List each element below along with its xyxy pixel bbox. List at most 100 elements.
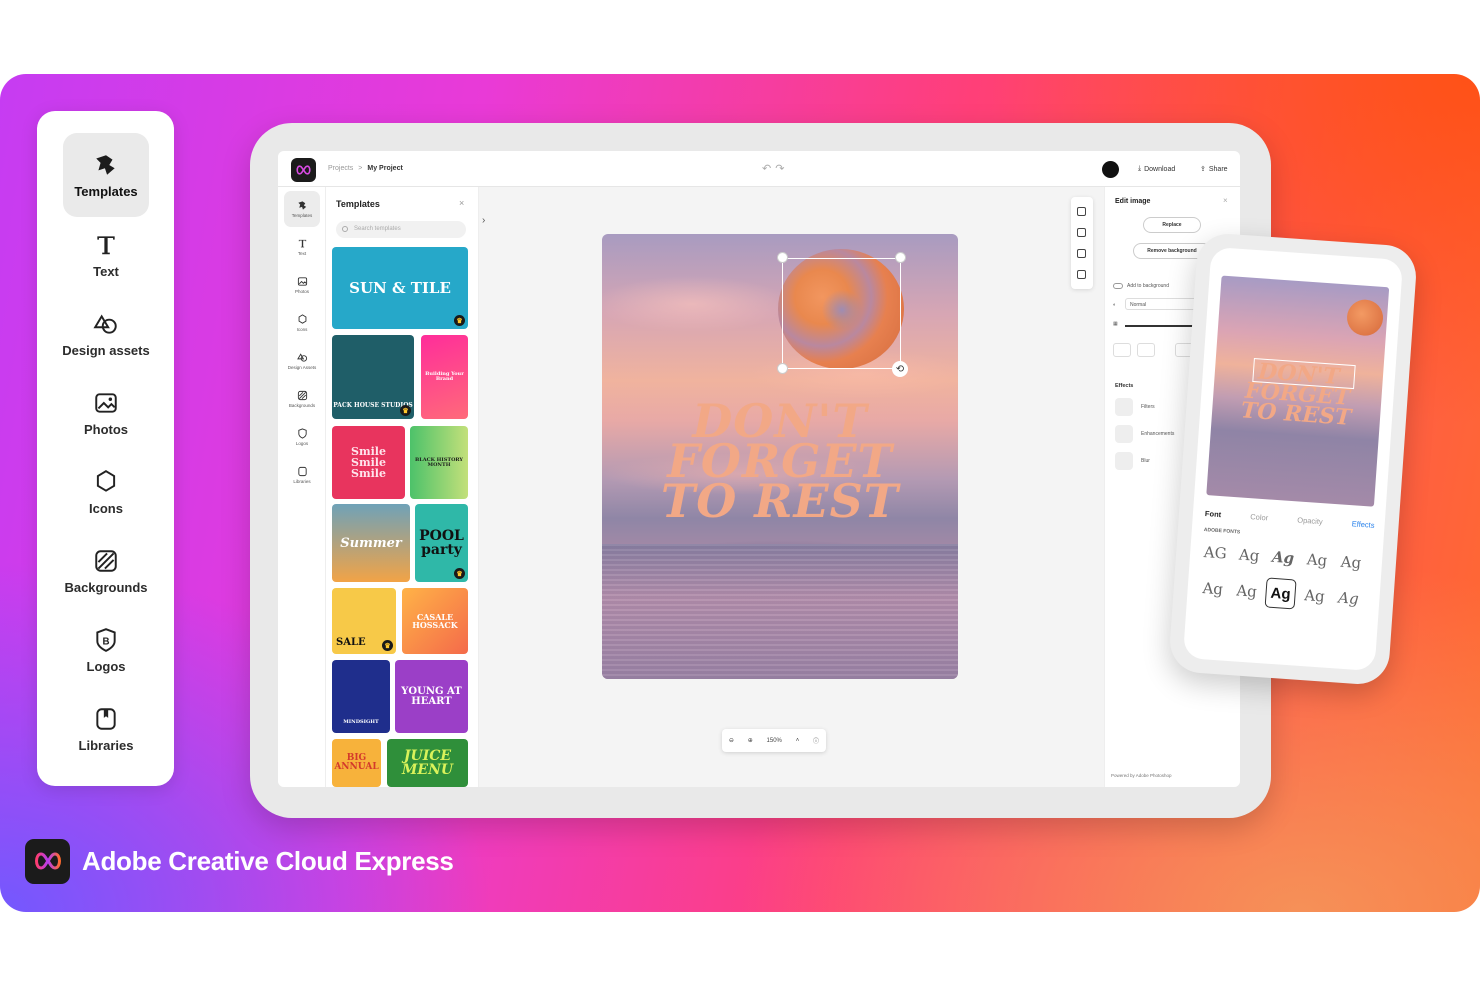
image-icon[interactable] [1077,207,1086,216]
menu-item-logos[interactable]: B Logos [63,608,149,692]
template-thumb[interactable]: Summer [332,504,410,582]
design-canvas[interactable]: ⟲ DON'T FORGET TO REST [602,234,958,679]
template-text: SALE [336,637,366,648]
menu-item-photos[interactable]: Photos [63,371,149,455]
font-option[interactable]: Ag [1335,546,1367,578]
photos-icon [297,277,307,286]
libraries-icon [297,466,307,477]
phone-poster[interactable]: DON'T FORGET TO REST [1206,275,1390,507]
template-thumb[interactable]: CASALE HOSSACK [402,588,468,654]
templates-panel: Templates × Search templates SUN & TILE ♛… [326,187,479,787]
toggle-switch[interactable] [1113,283,1123,289]
photos-icon [95,392,117,413]
menu-item-libraries[interactable]: Libraries [63,687,149,771]
resize-handle[interactable] [895,252,906,263]
zoom-in-icon[interactable]: ⊕ [748,737,753,744]
rail-item-icons[interactable]: Icons [284,305,320,341]
selection-box[interactable] [782,258,901,369]
replace-button[interactable]: Replace [1143,217,1201,233]
filters-icon[interactable] [1115,398,1133,416]
filters-label[interactable]: Filters [1141,404,1155,410]
zoom-level[interactable]: 150% [767,738,782,744]
avatar[interactable] [1102,161,1119,178]
font-option[interactable]: Ag [1231,575,1263,607]
font-option[interactable]: Ag [1267,542,1299,574]
rail-item-templates[interactable]: Templates [284,191,320,227]
font-option[interactable]: Ag [1197,573,1229,605]
zoom-out-icon[interactable]: ⊖ [729,737,734,744]
font-option[interactable]: Ag [1301,544,1333,576]
blur-icon[interactable] [1115,452,1133,470]
redo-icon[interactable]: ↷ [775,163,788,175]
editor-rail: Templates Text Photos Icons Design Asset… [278,187,326,787]
menu-item-text[interactable]: Text [63,213,149,297]
rail-item-libraries[interactable]: Libraries [284,457,320,493]
rail-item-design-assets[interactable]: Design Assets [284,343,320,379]
template-thumb[interactable]: PACK HOUSE STUDIOS ♛ [332,335,414,419]
premium-crown-icon: ♛ [454,568,465,579]
tab-color[interactable]: Color [1250,512,1269,522]
template-thumb[interactable]: SALE ♛ [332,588,396,654]
app-logo-icon[interactable] [291,158,316,182]
templates-icon [96,154,115,175]
tab-opacity[interactable]: Opacity [1297,515,1323,526]
template-thumb[interactable]: Building Your Brand [421,335,468,419]
chevron-right-icon[interactable]: › [482,215,485,226]
undo-icon[interactable]: ↶ [762,163,775,175]
breadcrumb-current[interactable]: My Project [367,165,402,172]
delete-icon[interactable] [1077,270,1086,279]
creative-cloud-logo-icon [25,838,70,884]
templates-icon [297,201,306,210]
download-button[interactable]: ⤓ Download [1138,165,1175,173]
breadcrumb-projects[interactable]: Projects [328,165,353,172]
flip-horizontal-icon[interactable] [1113,343,1131,357]
close-icon[interactable]: × [1223,196,1228,205]
search-input[interactable]: Search templates [336,221,466,238]
tab-font[interactable]: Font [1205,509,1222,519]
rail-item-logos[interactable]: Logos [284,419,320,455]
template-thumb[interactable]: BLACK HISTORY MONTH [410,426,468,499]
font-option[interactable]: Ag [1233,539,1265,571]
grid-icon[interactable] [1077,249,1086,258]
rotate-icon[interactable]: ⟲ [892,361,908,377]
layers-icon[interactable] [1077,228,1086,237]
template-thumb[interactable]: JUICE MENU [387,739,468,787]
font-option-selected[interactable]: Ag [1264,577,1297,610]
orb-image[interactable] [1345,298,1385,337]
template-thumb[interactable]: SUN & TILE ♛ [332,247,468,329]
menu-item-icons[interactable]: Icons [63,450,149,534]
resize-handle[interactable] [777,252,788,263]
template-thumb[interactable]: POOL party ♛ [415,504,468,582]
enhancements-icon[interactable] [1115,425,1133,443]
menu-item-backgrounds[interactable]: Backgrounds [63,529,149,613]
menu-item-templates[interactable]: Templates [63,133,149,217]
blend-mode-select[interactable]: Normal [1125,298,1199,310]
rail-item-text[interactable]: Text [284,229,320,265]
template-thumb[interactable]: Smile Smile Smile [332,426,405,499]
font-option[interactable]: Ag [1298,580,1330,612]
share-button[interactable]: ⇪ Share [1200,165,1228,174]
template-thumb[interactable]: YOUNG AT HEART [395,660,468,733]
flip-vertical-icon[interactable] [1137,343,1155,357]
menu-item-design-assets[interactable]: Design assets [62,292,150,376]
resize-handle[interactable] [777,363,788,374]
template-thumb[interactable]: BIG ANNUAL [332,739,381,787]
brand-lockup: Adobe Creative Cloud Express [25,838,454,884]
poster-headline-line[interactable]: TO REST [602,474,958,528]
blend-icon: ◐ [1113,302,1117,308]
opacity-slider[interactable] [1125,325,1199,327]
close-icon[interactable]: × [459,198,464,208]
blur-label[interactable]: Blur [1141,458,1150,464]
rail-item-photos[interactable]: Photos [284,267,320,303]
font-option[interactable]: Ag [1332,582,1364,614]
tab-effects[interactable]: Effects [1351,519,1374,530]
icons-icon [298,314,306,324]
template-thumb[interactable]: MINDSIGHT [332,660,390,733]
enhancements-label[interactable]: Enhancements [1141,431,1174,437]
info-icon[interactable]: ⓘ [813,736,819,745]
download-label: Download [1144,165,1176,173]
font-option[interactable]: AG [1199,537,1231,569]
chevron-up-icon[interactable]: ˄ [796,738,800,744]
template-text: Summer [340,535,402,551]
rail-item-backgrounds[interactable]: Backgrounds [284,381,320,417]
